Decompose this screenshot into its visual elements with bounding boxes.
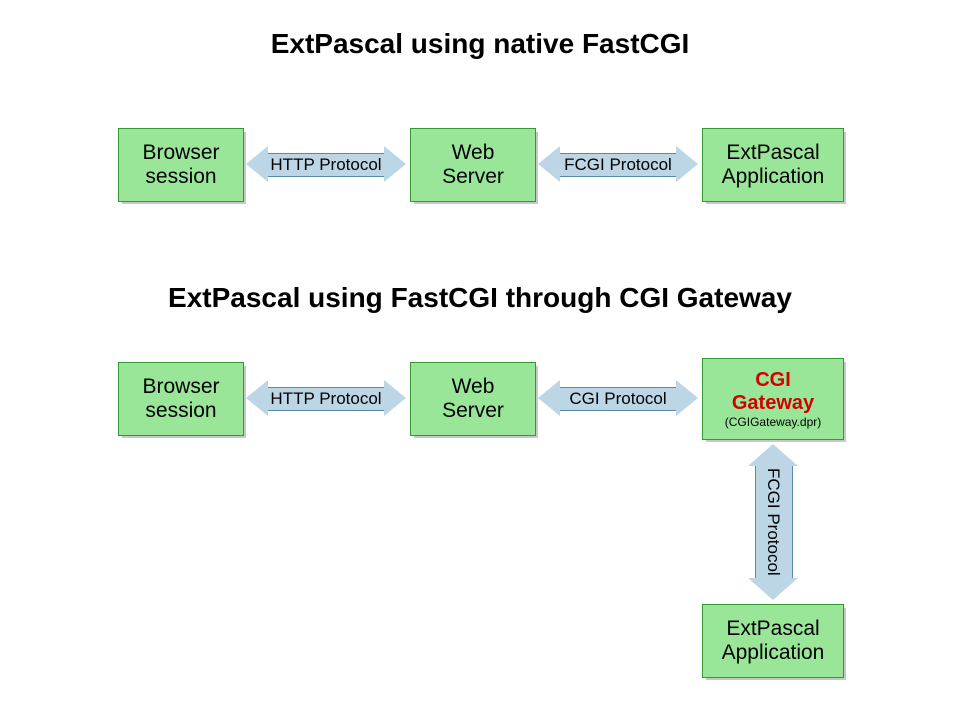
label: Browser xyxy=(142,375,219,399)
label: Browser xyxy=(142,141,219,165)
arrow-fcgi-1: FCGI Protocol xyxy=(538,146,698,182)
arrow-http-2: HTTP Protocol xyxy=(246,380,406,416)
box-browser-session-1: Browser session xyxy=(118,128,242,200)
label: Application xyxy=(722,165,825,189)
label: Web xyxy=(452,375,495,399)
arrow-fcgi-vertical: FCGI Protocol xyxy=(748,444,798,600)
label: Web xyxy=(452,141,495,165)
label: Server xyxy=(442,165,504,189)
label: Server xyxy=(442,399,504,423)
arrow-label: HTTP Protocol xyxy=(246,389,406,409)
label: Gateway xyxy=(732,392,814,415)
label: Application xyxy=(722,641,825,665)
box-cgi-gateway: CGI Gateway (CGIGateway.dpr) xyxy=(702,358,842,438)
box-web-server-1: Web Server xyxy=(410,128,534,200)
box-extpascal-app-1: ExtPascal Application xyxy=(702,128,842,200)
arrow-label: FCGI Protocol xyxy=(538,155,698,175)
label: CGI xyxy=(755,369,791,392)
arrow-label: CGI Protocol xyxy=(538,389,698,409)
arrow-cgi-2: CGI Protocol xyxy=(538,380,698,416)
label: session xyxy=(145,399,216,423)
arrow-label: FCGI Protocol xyxy=(763,462,783,582)
arrow-http-1: HTTP Protocol xyxy=(246,146,406,182)
arrow-label: HTTP Protocol xyxy=(246,155,406,175)
title-section-2: ExtPascal using FastCGI through CGI Gate… xyxy=(0,282,960,314)
box-extpascal-app-2: ExtPascal Application xyxy=(702,604,842,676)
sublabel: (CGIGateway.dpr) xyxy=(725,415,821,429)
box-browser-session-2: Browser session xyxy=(118,362,242,434)
box-web-server-2: Web Server xyxy=(410,362,534,434)
title-section-1: ExtPascal using native FastCGI xyxy=(0,28,960,60)
label: session xyxy=(145,165,216,189)
label: ExtPascal xyxy=(726,141,819,165)
label: ExtPascal xyxy=(726,617,819,641)
